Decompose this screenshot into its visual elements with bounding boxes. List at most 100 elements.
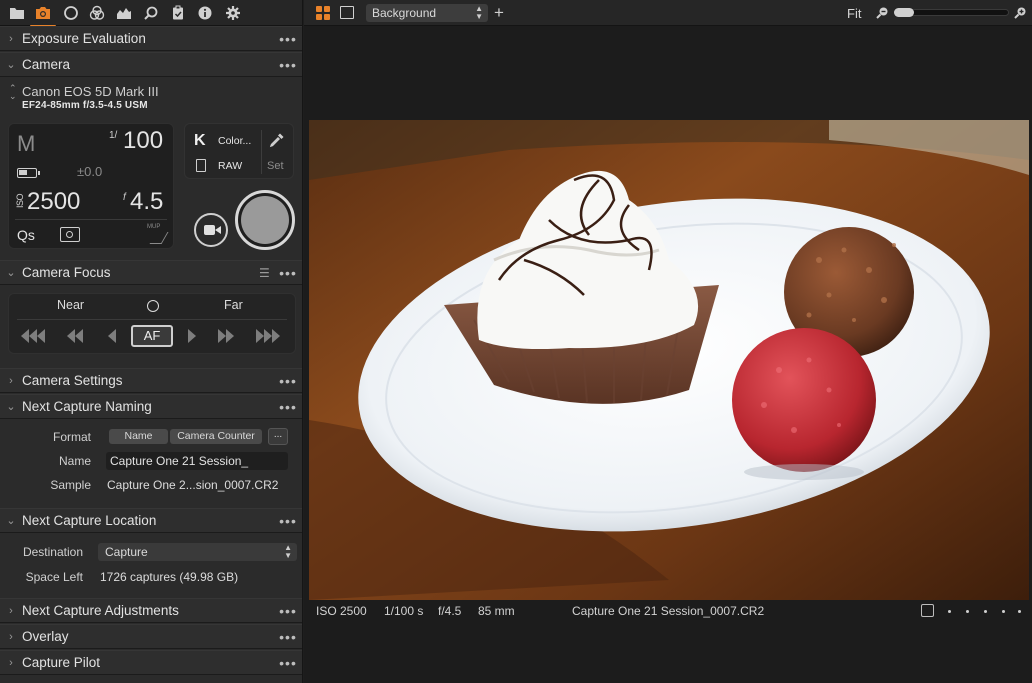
metering-icon[interactable]: [60, 227, 80, 242]
autofocus-button[interactable]: AF: [131, 325, 173, 347]
file-format[interactable]: RAW: [218, 160, 242, 172]
more-options-icon[interactable]: •••: [273, 603, 302, 619]
name-label: Name: [58, 454, 91, 468]
status-aperture: f/4.5: [438, 604, 462, 618]
focus-far-small-button[interactable]: [188, 328, 196, 344]
section-title: Next Capture Adjustments: [22, 603, 179, 618]
section-exposure-evaluation[interactable]: › Exposure Evaluation •••: [0, 26, 302, 51]
color-icon[interactable]: [86, 3, 108, 23]
battery-icon: [17, 168, 40, 178]
background-select[interactable]: Background ▲ ▼: [366, 4, 488, 22]
shutter-speed[interactable]: 100: [123, 127, 163, 155]
chevron-right-icon: ›: [9, 630, 13, 643]
aperture-prefix: f: [123, 192, 126, 203]
chevron-right-icon: ›: [9, 374, 13, 387]
list-icon[interactable]: ☰: [259, 266, 273, 280]
select-arrows-icon: ▲ ▼: [475, 4, 483, 21]
more-options-icon[interactable]: •••: [273, 399, 302, 415]
format-token-name[interactable]: Name: [109, 429, 168, 444]
photo-preview[interactable]: [309, 120, 1029, 600]
select-arrows-icon: ▲ ▼: [284, 543, 292, 560]
zoom-slider-handle[interactable]: [894, 8, 914, 17]
crosshair-icon[interactable]: +: [494, 4, 504, 21]
space-left-label: Space Left: [25, 570, 83, 584]
folder-icon[interactable]: [6, 3, 28, 23]
sample-value: Capture One 2...sion_0007.CR2: [107, 478, 279, 492]
chevron-right-icon: ›: [9, 32, 13, 45]
multi-view-icon[interactable]: [316, 6, 330, 20]
chevron-down-icon: ⌄: [6, 267, 16, 279]
section-capture-pilot[interactable]: › Capture Pilot •••: [0, 650, 302, 675]
focus-near-small-button[interactable]: [108, 328, 116, 344]
more-options-icon[interactable]: •••: [273, 629, 302, 645]
focus-point-icon: [147, 300, 159, 312]
video-button[interactable]: [194, 213, 228, 247]
focus-near-large-button[interactable]: [21, 328, 45, 344]
iso-label: ISO: [15, 194, 25, 209]
section-camera-focus[interactable]: ⌄ Camera Focus ☰ •••: [0, 260, 302, 285]
white-balance-value[interactable]: Color...: [218, 135, 251, 147]
format-edit-button[interactable]: ...: [268, 428, 288, 445]
section-camera[interactable]: ⌄ Camera •••: [0, 52, 302, 77]
camera-lcd-panel: M 1/ 100 ±0.0 ISO 2500 f 4.5 Qs MUP: [8, 123, 174, 249]
chevron-down-icon: ⌄: [6, 59, 16, 71]
set-button[interactable]: Set: [267, 160, 284, 172]
format-label: Format: [52, 430, 91, 444]
white-balance-kelvin[interactable]: K: [194, 132, 206, 150]
more-options-icon[interactable]: •••: [273, 57, 302, 73]
camera-icon[interactable]: [30, 3, 56, 27]
lcd-divider: [15, 219, 167, 220]
section-overlay[interactable]: › Overlay •••: [0, 624, 302, 649]
chevron-down-icon: ⌄: [6, 515, 16, 527]
name-field[interactable]: Capture One 21 Session_: [106, 452, 288, 470]
divider: [17, 319, 287, 320]
background-select-value: Background: [372, 6, 437, 20]
viewer-toolbar: Background ▲ ▼ + Fit: [304, 0, 1032, 26]
eyedropper-icon[interactable]: [269, 132, 285, 148]
camera-lens: EF24-85mm f/3.5-4.5 USM: [22, 100, 148, 111]
section-camera-settings[interactable]: › Camera Settings •••: [0, 368, 302, 393]
iso-value[interactable]: 2500: [27, 188, 80, 216]
focus-far-medium-button[interactable]: [218, 328, 234, 344]
destination-select[interactable]: Capture ▲ ▼: [98, 543, 297, 561]
single-view-icon[interactable]: [340, 6, 354, 19]
lens-icon[interactable]: [60, 3, 82, 23]
section-next-capture-location[interactable]: ⌄ Next Capture Location •••: [0, 508, 302, 533]
more-options-icon[interactable]: •••: [273, 655, 302, 671]
sample-label: Sample: [50, 478, 91, 492]
focus-far-large-button[interactable]: [256, 328, 280, 344]
section-next-capture-naming[interactable]: ⌄ Next Capture Naming •••: [0, 394, 302, 419]
more-options-icon[interactable]: •••: [273, 31, 302, 47]
info-icon[interactable]: [194, 3, 216, 23]
image-viewer: Background ▲ ▼ + Fit ISO 2500 1/100 s f/…: [304, 0, 1032, 683]
space-left-value: 1726 captures (49.98 GB): [100, 570, 239, 584]
more-options-icon[interactable]: •••: [273, 513, 302, 529]
search-icon[interactable]: [140, 3, 162, 23]
tool-tabs-bar: [0, 0, 302, 27]
section-title: Exposure Evaluation: [22, 31, 146, 46]
camera-select-arrows-icon[interactable]: ⌃ ⌄: [9, 84, 17, 101]
camera-model[interactable]: Canon EOS 5D Mark III: [22, 84, 159, 99]
clipboard-icon[interactable]: [167, 3, 189, 23]
focus-near-medium-button[interactable]: [67, 328, 83, 344]
exposure-icon[interactable]: [113, 3, 135, 23]
aperture-value[interactable]: 4.5: [130, 188, 163, 216]
file-icon: [196, 159, 206, 172]
destination-value: Capture: [105, 545, 148, 559]
zoom-in-icon[interactable]: [1014, 6, 1027, 19]
more-options-icon[interactable]: •••: [273, 265, 302, 281]
mirror-lockup-icon[interactable]: [149, 232, 169, 244]
shooting-mode[interactable]: M: [17, 131, 35, 157]
capture-shutter-button[interactable]: [235, 190, 295, 250]
select-checkbox[interactable]: [921, 604, 934, 617]
quick-settings[interactable]: Qs: [17, 227, 35, 243]
zoom-fit-label[interactable]: Fit: [847, 6, 861, 21]
section-title: Camera: [22, 57, 71, 72]
format-token-camera-counter[interactable]: Camera Counter: [170, 429, 262, 444]
zoom-out-icon[interactable]: [876, 6, 889, 19]
gear-icon[interactable]: [222, 3, 244, 23]
section-title: Camera Focus: [22, 265, 111, 280]
exposure-compensation[interactable]: ±0.0: [77, 164, 102, 179]
section-next-capture-adjustments[interactable]: › Next Capture Adjustments •••: [0, 598, 302, 623]
more-options-icon[interactable]: •••: [273, 373, 302, 389]
